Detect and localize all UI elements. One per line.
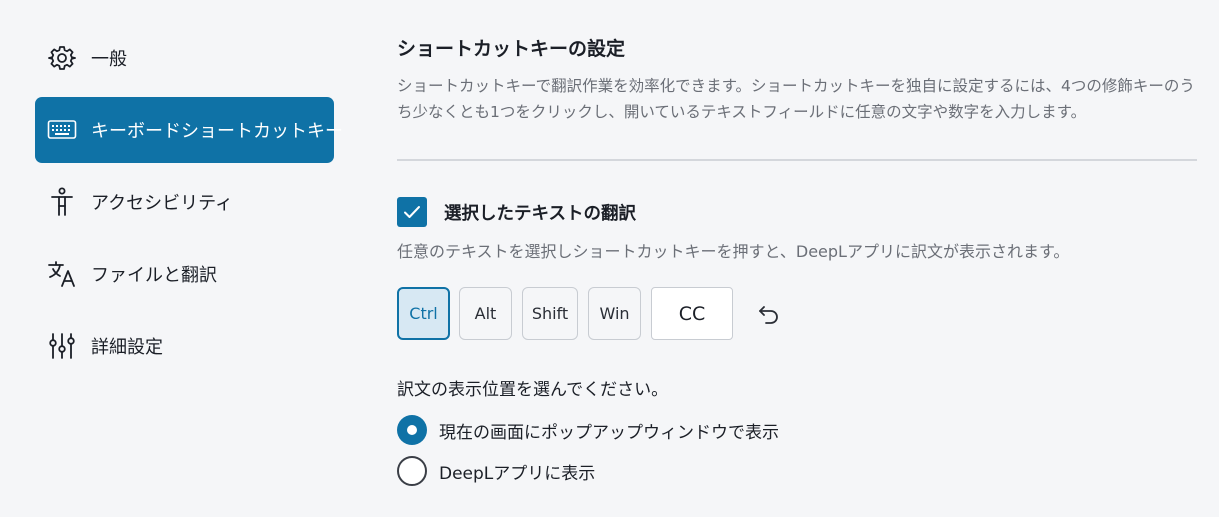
divider <box>397 159 1197 161</box>
sidebar-item-label: アクセシビリティ <box>91 193 234 214</box>
sidebar-item-label: 詳細設定 <box>91 337 163 358</box>
modifier-ctrl-button[interactable]: Ctrl <box>397 287 450 340</box>
shortcut-key-input[interactable]: CC <box>651 287 733 340</box>
accessibility-icon <box>47 187 77 217</box>
sidebar-item-general[interactable]: 一般 <box>35 25 334 91</box>
radio-button[interactable] <box>397 456 427 486</box>
shortcut-settings-panel: ショートカットキーの設定 ショートカットキーで翻訳作業を効率化できます。ショート… <box>397 0 1197 517</box>
shortcut-description: 任意のテキストを選択しショートカットキーを押すと、DeepLアプリに訳文が表示さ… <box>397 242 1070 261</box>
sidebar-item-label: キーボードショートカットキー <box>91 121 343 142</box>
keyboard-icon <box>47 115 77 145</box>
translate-selection-toggle[interactable]: 選択したテキストの翻訳 <box>397 197 636 227</box>
sidebar-item-advanced[interactable]: 詳細設定 <box>35 313 334 379</box>
checkbox-label: 選択したテキストの翻訳 <box>444 203 636 224</box>
modifier-alt-button[interactable]: Alt <box>459 287 512 340</box>
sidebar-item-label: ファイルと翻訳 <box>91 265 217 286</box>
radio-label: 現在の画面にポップアップウィンドウで表示 <box>439 422 779 443</box>
sidebar-item-keyboard-shortcuts[interactable]: キーボードショートカットキー <box>35 97 343 163</box>
settings-window: 一般 キーボードショートカットキー アクセシビリティ ファイルと翻訳 詳細設定 … <box>0 0 1219 517</box>
page-title: ショートカットキーの設定 <box>397 38 626 60</box>
sidebar-item-files-translation[interactable]: ファイルと翻訳 <box>35 241 334 307</box>
checkmark-icon <box>404 206 420 218</box>
radio-option-app[interactable]: DeepLアプリに表示 <box>397 456 595 486</box>
undo-icon[interactable] <box>755 300 783 328</box>
page-description: ショートカットキーで翻訳作業を効率化できます。ショートカットキーを独自に設定する… <box>397 77 1195 121</box>
translate-icon <box>47 259 77 289</box>
sidebar-item-label: 一般 <box>91 49 127 70</box>
sidebar-item-accessibility[interactable]: アクセシビリティ <box>35 169 334 235</box>
radio-label: DeepLアプリに表示 <box>439 463 596 484</box>
radio-button[interactable] <box>397 415 427 445</box>
radio-dot <box>407 425 417 435</box>
sliders-icon <box>47 331 77 361</box>
gear-icon <box>47 43 77 73</box>
display-position-label: 訳文の表示位置を選んでください。 <box>397 380 669 400</box>
modifier-win-button[interactable]: Win <box>588 287 641 340</box>
checkbox[interactable] <box>397 197 427 227</box>
radio-option-popup[interactable]: 現在の画面にポップアップウィンドウで表示 <box>397 415 779 445</box>
sidebar: 一般 キーボードショートカットキー アクセシビリティ ファイルと翻訳 詳細設定 <box>0 0 350 517</box>
modifier-shift-button[interactable]: Shift <box>522 287 578 340</box>
